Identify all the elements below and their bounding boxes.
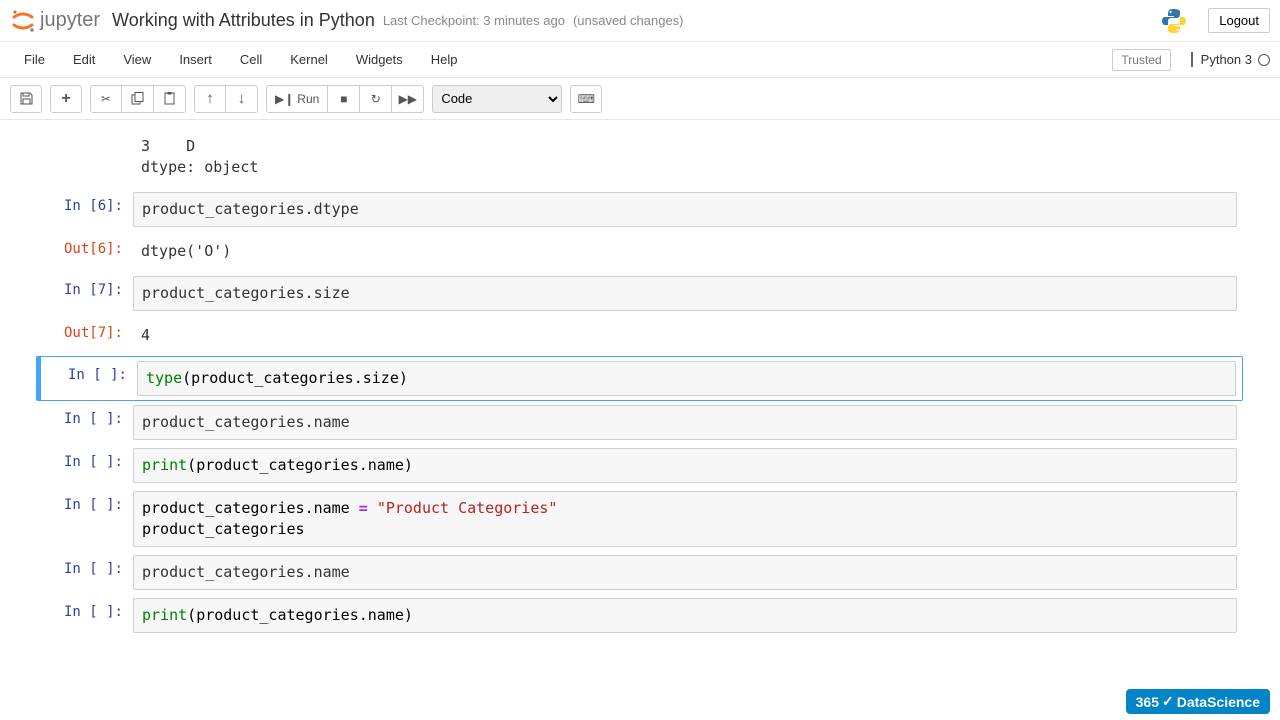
save-button[interactable] bbox=[10, 85, 42, 113]
input-prompt: In [ ]: bbox=[43, 448, 133, 483]
input-prompt: In [ ]: bbox=[43, 598, 133, 633]
output-text: 3 D dtype: object bbox=[133, 130, 1237, 184]
code-input[interactable]: type(product_categories.size) bbox=[137, 361, 1236, 396]
kernel-status-icon bbox=[1258, 54, 1270, 66]
input-prompt: In [6]: bbox=[43, 192, 133, 227]
menu-widgets[interactable]: Widgets bbox=[342, 46, 417, 73]
code-input[interactable]: product_categories.size bbox=[133, 276, 1237, 311]
fast-forward-icon: ▶▶ bbox=[399, 92, 417, 106]
menu-kernel[interactable]: Kernel bbox=[276, 46, 342, 73]
code-input[interactable]: product_categories.name bbox=[133, 405, 1237, 440]
run-button[interactable]: ▶❙Run bbox=[266, 85, 328, 113]
copy-icon bbox=[131, 92, 144, 105]
code-cell[interactable]: In [6]:product_categories.dtype bbox=[37, 188, 1243, 231]
paste-button[interactable] bbox=[154, 85, 186, 113]
output-prompt bbox=[43, 130, 133, 184]
code-cell[interactable]: In [ ]:print(product_categories.name) bbox=[37, 594, 1243, 637]
move-down-button[interactable]: ↓ bbox=[226, 85, 258, 113]
code-input[interactable]: product_categories.name bbox=[133, 555, 1237, 590]
menu-insert[interactable]: Insert bbox=[165, 46, 226, 73]
input-prompt: In [ ]: bbox=[47, 361, 137, 396]
keyboard-icon: ⌨ bbox=[578, 92, 595, 106]
jupyter-orbit-icon bbox=[10, 8, 36, 34]
code-cell[interactable]: In [ ]:product_categories.name = "Produc… bbox=[37, 487, 1243, 551]
restart-run-all-button[interactable]: ▶▶ bbox=[392, 85, 424, 113]
command-palette-button[interactable]: ⌨ bbox=[570, 85, 602, 113]
code-cell[interactable]: In [ ]:print(product_categories.name) bbox=[37, 444, 1243, 487]
code-cell[interactable]: In [ ]:type(product_categories.size) bbox=[36, 356, 1243, 401]
stop-icon: ■ bbox=[340, 92, 347, 106]
input-prompt: In [ ]: bbox=[43, 491, 133, 547]
output-text: 4 bbox=[133, 319, 1237, 352]
checkpoint-label: Last Checkpoint: 3 minutes ago bbox=[383, 13, 565, 28]
insert-cell-button[interactable]: + bbox=[50, 85, 82, 113]
output-row: Out[6]:dtype('O') bbox=[37, 231, 1243, 272]
code-input[interactable]: product_categories.name = "Product Categ… bbox=[133, 491, 1237, 547]
menu-file[interactable]: File bbox=[10, 46, 59, 73]
python-logo-icon bbox=[1160, 7, 1188, 35]
autosave-status: (unsaved changes) bbox=[573, 13, 684, 28]
output-row: Out[7]:4 bbox=[37, 315, 1243, 356]
code-input[interactable]: product_categories.dtype bbox=[133, 192, 1237, 227]
input-prompt: In [ ]: bbox=[43, 405, 133, 440]
logout-button[interactable]: Logout bbox=[1208, 8, 1270, 33]
jupyter-logo[interactable]: jupyter bbox=[10, 8, 100, 34]
arrow-up-icon: ↑ bbox=[206, 90, 214, 107]
move-up-button[interactable]: ↑ bbox=[194, 85, 226, 113]
cut-button[interactable]: ✂ bbox=[90, 85, 122, 113]
menu-edit[interactable]: Edit bbox=[59, 46, 109, 73]
code-cell[interactable]: In [ ]:product_categories.name bbox=[37, 551, 1243, 594]
input-prompt: In [ ]: bbox=[43, 555, 133, 590]
cell-type-select[interactable]: Code bbox=[432, 85, 562, 113]
restart-icon: ↻ bbox=[371, 92, 381, 106]
output-prompt: Out[6]: bbox=[43, 235, 133, 268]
code-cell[interactable]: In [ ]:product_categories.name bbox=[37, 401, 1243, 444]
run-icon: ▶❙ bbox=[275, 92, 294, 106]
arrow-down-icon: ↓ bbox=[238, 90, 246, 107]
menu-cell[interactable]: Cell bbox=[226, 46, 276, 73]
code-input[interactable]: print(product_categories.name) bbox=[133, 598, 1237, 633]
check-icon: ✓ bbox=[1162, 693, 1174, 710]
kernel-name[interactable]: Python 3 bbox=[1191, 52, 1252, 67]
menu-help[interactable]: Help bbox=[417, 46, 472, 73]
trusted-indicator[interactable]: Trusted bbox=[1112, 49, 1170, 71]
output-row: 3 D dtype: object bbox=[37, 126, 1243, 188]
copy-button[interactable] bbox=[122, 85, 154, 113]
input-prompt: In [7]: bbox=[43, 276, 133, 311]
paste-icon bbox=[163, 92, 176, 105]
code-cell[interactable]: In [7]:product_categories.size bbox=[37, 272, 1243, 315]
notebook-name[interactable]: Working with Attributes in Python bbox=[112, 10, 375, 31]
restart-button[interactable]: ↻ bbox=[360, 85, 392, 113]
output-text: dtype('O') bbox=[133, 235, 1237, 268]
output-prompt: Out[7]: bbox=[43, 319, 133, 352]
watermark-badge: 365✓DataScience bbox=[1126, 689, 1270, 714]
scissors-icon: ✂ bbox=[101, 92, 111, 106]
interrupt-button[interactable]: ■ bbox=[328, 85, 360, 113]
code-input[interactable]: print(product_categories.name) bbox=[133, 448, 1237, 483]
menu-view[interactable]: View bbox=[109, 46, 165, 73]
plus-icon: + bbox=[61, 90, 70, 108]
jupyter-logo-text: jupyter bbox=[40, 9, 100, 32]
